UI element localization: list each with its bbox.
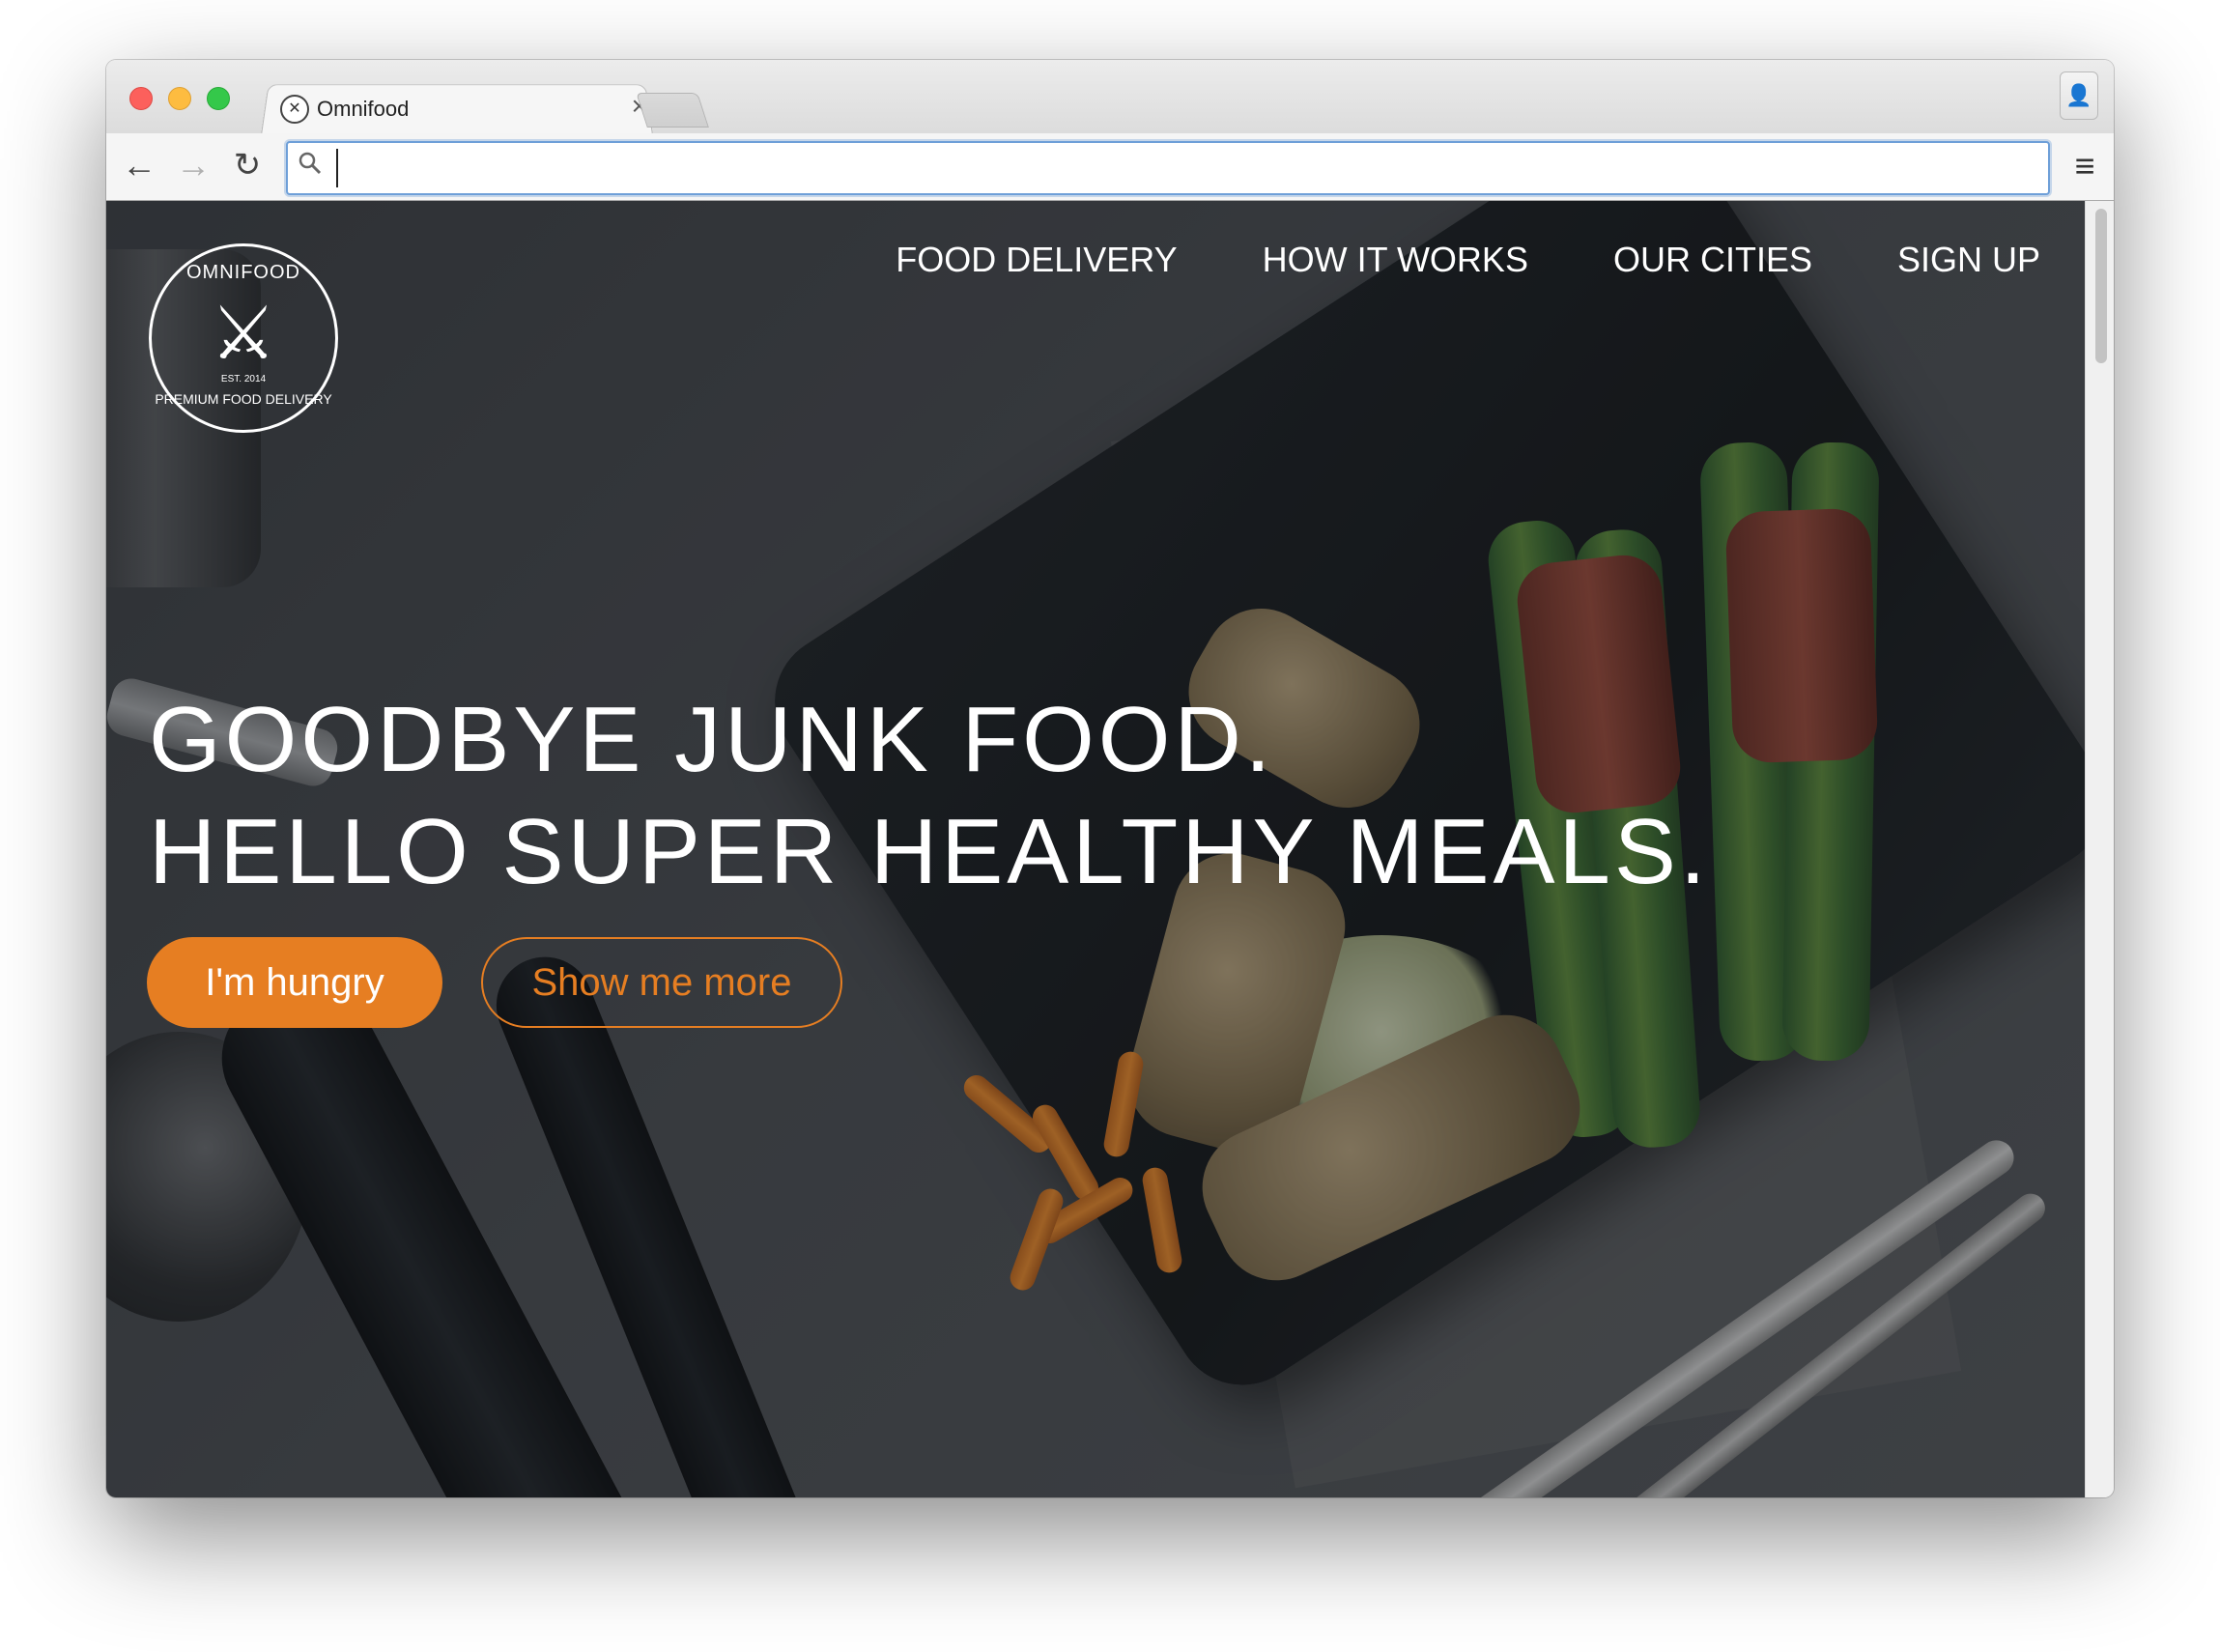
arrow-left-icon[interactable]: ← — [120, 147, 158, 185]
show-me-more-button[interactable]: Show me more — [481, 937, 842, 1028]
logo-title: OMNIFOOD — [186, 262, 300, 283]
scrollbar[interactable] — [2085, 201, 2114, 1497]
address-bar[interactable] — [286, 141, 2050, 195]
user-icon[interactable]: 👤 — [2060, 71, 2098, 120]
utensils-icon: ⚔ — [210, 293, 277, 375]
logo-est: EST. 2014 — [220, 374, 267, 385]
hero-heading: GOODBYE JUNK FOOD. HELLO SUPER HEALTHY M… — [149, 684, 1710, 908]
main-nav: FOOD DELIVERY HOW IT WORKS OUR CITIES SI… — [896, 240, 2040, 280]
nav-our-cities[interactable]: OUR CITIES — [1613, 240, 1812, 280]
scrollbar-thumb[interactable] — [2095, 209, 2107, 363]
nav-food-delivery[interactable]: FOOD DELIVERY — [896, 240, 1177, 280]
reload-icon[interactable]: ↻ — [228, 147, 267, 185]
page-viewport: OMNIFOOD ⚔ EST. 2014 PREMIUM FOOD DELIVE… — [106, 201, 2114, 1497]
window-minimize-button[interactable] — [168, 87, 191, 110]
omnifood-logo[interactable]: OMNIFOOD ⚔ EST. 2014 PREMIUM FOOD DELIVE… — [149, 243, 338, 433]
window-maximize-button[interactable] — [207, 87, 230, 110]
tab-title: Omnifood — [317, 97, 410, 121]
im-hungry-button[interactable]: I'm hungry — [147, 937, 442, 1028]
browser-toolbar: ← → ↻ ≡ — [106, 133, 2114, 201]
url-input[interactable] — [336, 149, 2036, 187]
new-tab-button[interactable] — [636, 93, 709, 128]
hamburger-menu-icon[interactable]: ≡ — [2065, 147, 2104, 185]
window-close-button[interactable] — [129, 87, 153, 110]
tab-strip: ✕ Omnifood × 👤 — [106, 60, 2114, 135]
nav-how-it-works[interactable]: HOW IT WORKS — [1263, 240, 1528, 280]
browser-window: ✕ Omnifood × 👤 ← → ↻ ≡ — [106, 60, 2114, 1497]
hero-buttons: I'm hungry Show me more — [147, 937, 842, 1028]
arrow-right-icon[interactable]: → — [174, 147, 213, 185]
hero-line-2: HELLO SUPER HEALTHY MEALS. — [149, 800, 1710, 903]
tab-content: ✕ Omnifood × — [280, 91, 647, 131]
hero-line-1: GOODBYE JUNK FOOD. — [149, 688, 1275, 791]
search-icon — [298, 151, 323, 183]
nav-sign-up[interactable]: SIGN UP — [1897, 240, 2040, 280]
utensils-icon: ✕ — [280, 95, 309, 124]
logo-tagline: PREMIUM FOOD DELIVERY — [155, 391, 332, 407]
